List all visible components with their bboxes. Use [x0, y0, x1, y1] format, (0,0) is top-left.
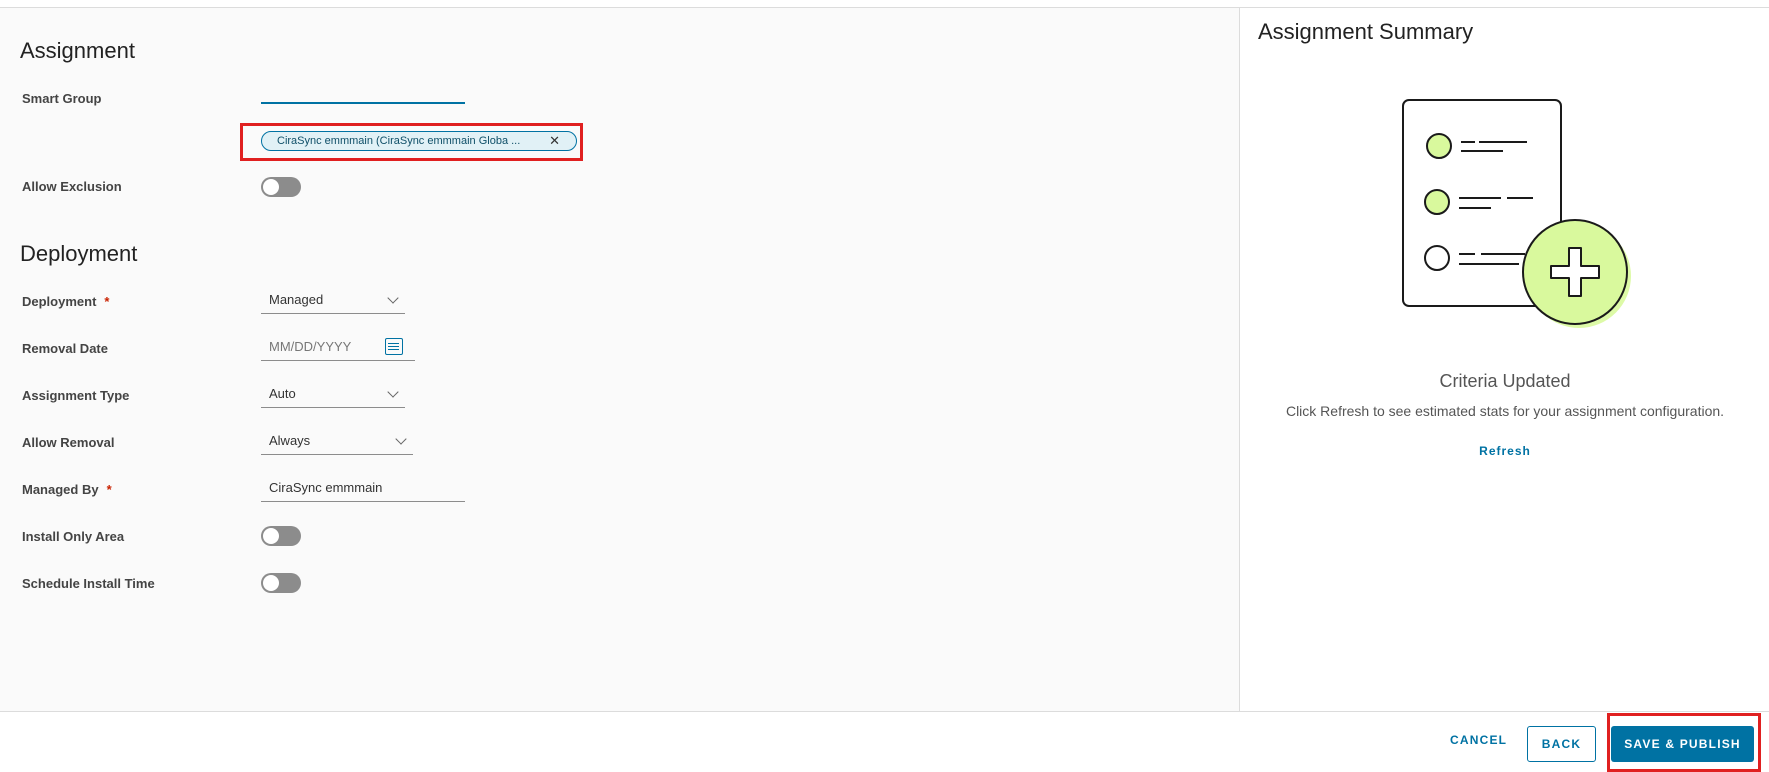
allow-removal-label: Allow Removal [22, 435, 115, 450]
cancel-button[interactable]: CANCEL [1450, 733, 1507, 747]
removal-date-label: Removal Date [22, 341, 108, 356]
install-only-area-toggle[interactable] [261, 526, 301, 546]
assignment-type-label: Assignment Type [22, 388, 130, 403]
assignment-section-title: Assignment [20, 38, 135, 63]
deployment-select[interactable]: Managed [261, 288, 405, 314]
deployment-select-value: Managed [269, 292, 324, 307]
managed-by-label-text: Managed By [22, 482, 99, 497]
chip-close-icon[interactable]: ✕ [549, 132, 560, 150]
assignment-type-select[interactable]: Auto [261, 382, 405, 408]
required-marker: * [104, 294, 110, 309]
refresh-link[interactable]: Refresh [1241, 444, 1769, 458]
criteria-updated-title: Criteria Updated [1439, 371, 1571, 391]
assignment-type-select-value: Auto [269, 386, 296, 401]
deployment-section-title: Deployment [20, 241, 138, 266]
allow-exclusion-toggle[interactable] [261, 177, 301, 197]
schedule-install-time-toggle[interactable] [261, 573, 301, 593]
smart-group-chip-label: CiraSync emmmain (CiraSync emmmain Globa… [277, 135, 521, 147]
allow-exclusion-label: Allow Exclusion [22, 179, 122, 194]
managed-by-label: Managed By * [22, 482, 112, 497]
smart-group-label: Smart Group [22, 91, 102, 106]
deployment-label-text: Deployment [22, 294, 97, 309]
assignment-summary-title: Assignment Summary [1258, 19, 1474, 44]
chevron-down-icon [395, 433, 407, 445]
install-only-area-label: Install Only Area [22, 529, 125, 544]
footer-action-bar: CANCEL BACK SAVE & PUBLISH [0, 711, 1769, 772]
schedule-install-time-label: Schedule Install Time [22, 576, 155, 591]
smart-group-input[interactable] [261, 80, 465, 104]
criteria-checklist-illustration [1402, 99, 1631, 328]
allow-removal-select-value: Always [269, 433, 311, 448]
assignment-summary-panel: Assignment Summary Criteria Updated Clic… [1241, 8, 1769, 711]
calendar-icon[interactable] [385, 338, 403, 355]
chevron-down-icon [387, 292, 399, 304]
managed-by-value: CiraSync emmmain [269, 480, 383, 495]
required-marker: * [106, 482, 112, 497]
smart-group-chip[interactable]: CiraSync emmmain (CiraSync emmmain Globa… [261, 131, 577, 151]
removal-date-placeholder: MM/DD/YYYY [269, 339, 352, 354]
managed-by-input[interactable]: CiraSync emmmain [261, 476, 465, 502]
assignment-form-panel: Assignment Smart Group CiraSync emmmain … [0, 8, 1240, 711]
allow-removal-select[interactable]: Always [261, 429, 413, 455]
removal-date-input[interactable]: MM/DD/YYYY [261, 335, 415, 361]
back-button[interactable]: BACK [1527, 726, 1596, 762]
criteria-updated-description: Click Refresh to see estimated stats for… [1285, 403, 1725, 419]
save-and-publish-button[interactable]: SAVE & PUBLISH [1611, 726, 1754, 762]
deployment-label: Deployment * [22, 294, 109, 309]
chevron-down-icon [387, 386, 399, 398]
